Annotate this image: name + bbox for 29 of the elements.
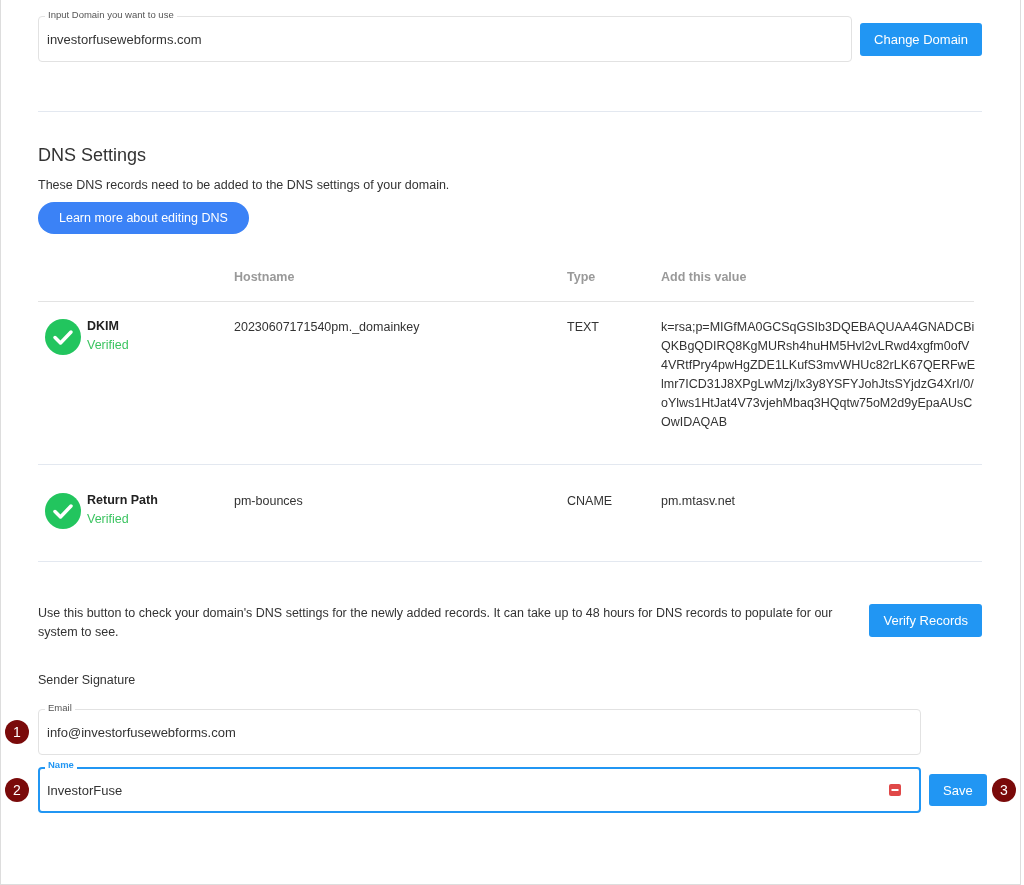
- section-title: Sender Signature: [38, 673, 137, 687]
- table-cell-text: TEXT: [567, 319, 600, 334]
- step-marker: 3: [992, 778, 1016, 802]
- field-label: Name: [45, 759, 77, 771]
- step-marker: 1: [5, 720, 29, 744]
- table-cell-text: 20230607171540pm._domainkey: [234, 319, 421, 334]
- record-name: Return Path: [87, 493, 158, 507]
- section-description: These DNS records need to be added to the DNS settings of your domain.: [38, 178, 451, 192]
- table-cell-text: pm.mtasv.net: [661, 493, 737, 510]
- record-status: Verified: [87, 512, 130, 526]
- table-cell-text: pm-bounces: [234, 493, 304, 508]
- learn-more-button[interactable]: Learn more about editing DNS: [38, 202, 249, 234]
- field-label: Email: [45, 702, 75, 714]
- column-header: Type: [567, 270, 597, 284]
- change-domain-button[interactable]: Change Domain: [860, 23, 982, 56]
- autofill-icon[interactable]: [889, 784, 901, 796]
- column-header: Add this value: [661, 270, 748, 284]
- step-marker: 2: [5, 778, 29, 802]
- section-title: DNS Settings: [38, 145, 148, 166]
- field-label: Input Domain you want to use: [45, 9, 177, 21]
- record-name: DKIM: [87, 319, 120, 333]
- table-cell-text: k=rsa;p=MIGfMA0GCSqGSIb3DQEBAQUAA4GNADCBiQKBgQDIRQ8KgMURsh4huHM5Hvl2vLRwd4xgfm0ofV4VRtfPry4pwHgZDE1LKufS3mvWHUc82rLK67QERFwElmr7ICD31J8XPgLwMzj/lx3y8YSFYJohJtsSYjdzG4XrI/0/oYlws1HtJat4V73vjehMbaq3HQqtw75oM2d9yEpaAUsCOwIDAQAB: [661, 319, 975, 431]
- record-status: Verified: [87, 338, 129, 352]
- table-cell-text: CNAME: [567, 493, 614, 508]
- save-button[interactable]: Save: [929, 774, 987, 806]
- verify-description: Use this button to check your domain's DNS settings for the newly added records. It can take up to 48 hours for DNS records to populate for our system to see.: [38, 605, 834, 641]
- input-field[interactable]: InvestorFuse: [38, 767, 921, 813]
- verify-records-button[interactable]: Verify Records: [869, 604, 982, 637]
- column-header: Hostname: [234, 270, 296, 284]
